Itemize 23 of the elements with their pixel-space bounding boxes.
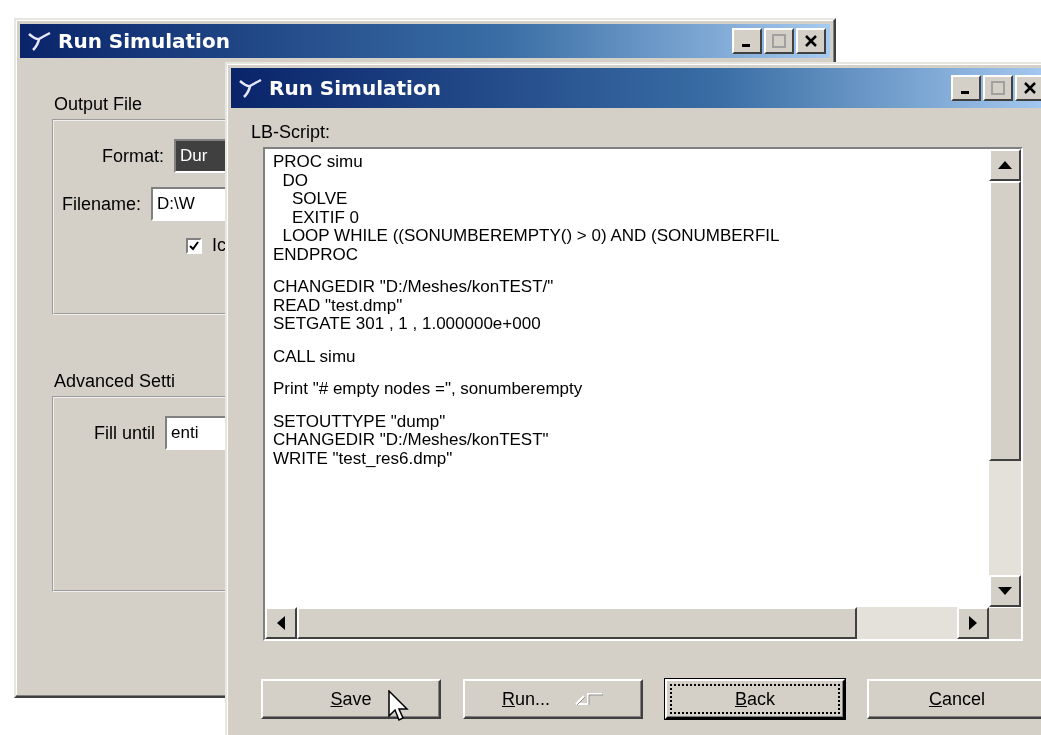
window-title: Run Simulation [58, 29, 231, 53]
code-line: ENDPROC [273, 245, 359, 264]
code-line: PROC simu [273, 153, 364, 172]
code-line: WRITE "test_res6.dmp" [273, 449, 454, 468]
code-line: SOLVE [290, 190, 349, 209]
script-label: LB-Script: [251, 122, 332, 143]
code-line: DO [281, 171, 309, 190]
field-label: Filename: [62, 193, 142, 215]
code-line: LOOP WHILE ((SONUMBEREMPTY() > 0) AND (SONUMBERFIL [281, 227, 781, 246]
group-heading: Output File [54, 94, 143, 115]
code-line: SETGATE 301 , 1 , 1.000000e+000 [273, 315, 542, 334]
code-line: Print "# empty nodes =", sonumberempty [273, 380, 584, 399]
window-title: Run Simulation [269, 76, 442, 100]
checkbox-label: Ic [212, 235, 226, 256]
code-line: READ "test.dmp" [273, 296, 404, 315]
code-line: SETOUTTYPE "dump" [273, 412, 447, 431]
code-line: EXITIF 0 [290, 208, 360, 227]
field-label: Format: [102, 145, 164, 167]
code-line: CALL simu [273, 347, 357, 366]
code-line: CHANGEDIR "D:/Meshes/konTEST" [273, 431, 550, 450]
field-label: Fill until [94, 422, 155, 444]
group-heading: Advanced Setti [54, 371, 176, 392]
code-line: CHANGEDIR "D:/Meshes/konTEST/" [273, 278, 555, 297]
